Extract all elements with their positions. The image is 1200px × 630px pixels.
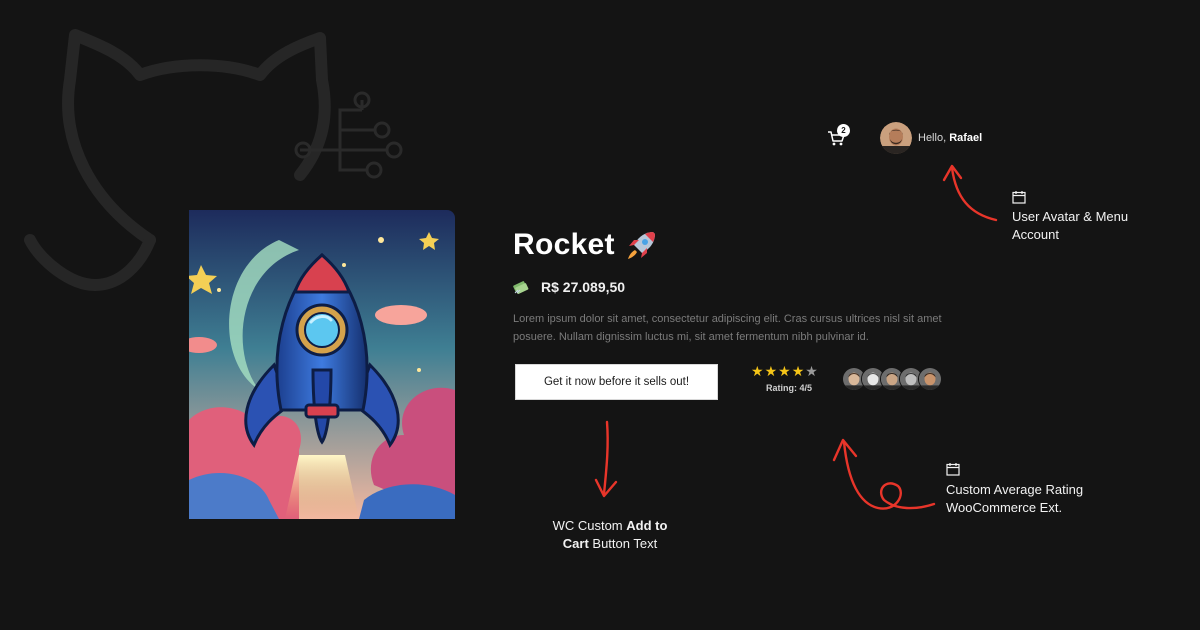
price-row: R$ 27.089,50 bbox=[513, 279, 625, 295]
star-icon: ★ bbox=[751, 364, 764, 380]
money-icon bbox=[513, 281, 529, 294]
reviewer-avatars bbox=[842, 367, 942, 391]
star-icon: ★ bbox=[805, 364, 818, 380]
product-description: Lorem ipsum dolor sit amet, consectetur … bbox=[513, 313, 942, 343]
rating-stars: ★ ★ ★ ★ ★ bbox=[751, 365, 827, 379]
product-image bbox=[189, 210, 455, 519]
product-price: R$ 27.089,50 bbox=[541, 279, 626, 295]
cart-count-badge: 2 bbox=[837, 124, 850, 137]
reviewer-avatar bbox=[918, 367, 942, 391]
user-greeting: Hello, Rafael bbox=[918, 132, 983, 144]
rating-label: Rating: 4/5 bbox=[765, 383, 812, 393]
calendar-icon bbox=[1012, 191, 1026, 204]
product-title-row: Rocket bbox=[513, 226, 659, 264]
star-icon: ★ bbox=[764, 364, 778, 380]
star-icon: ★ bbox=[791, 364, 805, 380]
average-rating: ★ ★ ★ ★ ★ Rating: 4/5 bbox=[751, 365, 827, 393]
annotation-rating: Custom Average Rating WooCommerce Ext. bbox=[946, 482, 1084, 515]
product-title: Rocket bbox=[513, 228, 615, 261]
annotation-cart-button: WC Custom Add to Cart Button Text bbox=[552, 518, 668, 551]
user-name: Rafael bbox=[949, 132, 983, 144]
arrow-to-rating bbox=[832, 438, 936, 510]
rocket-emoji-icon bbox=[627, 232, 655, 259]
star-icon: ★ bbox=[778, 364, 791, 380]
add-to-cart-button[interactable]: Get it now before it sells out! bbox=[515, 364, 718, 400]
arrow-to-avatar bbox=[942, 164, 998, 222]
calendar-icon bbox=[946, 463, 960, 476]
user-avatar[interactable] bbox=[880, 122, 912, 154]
arrow-to-cart-button bbox=[594, 420, 618, 498]
user-menu[interactable]: Hello, Rafael bbox=[880, 122, 982, 154]
annotation-avatar-menu: User Avatar & Menu Account bbox=[1012, 209, 1129, 242]
